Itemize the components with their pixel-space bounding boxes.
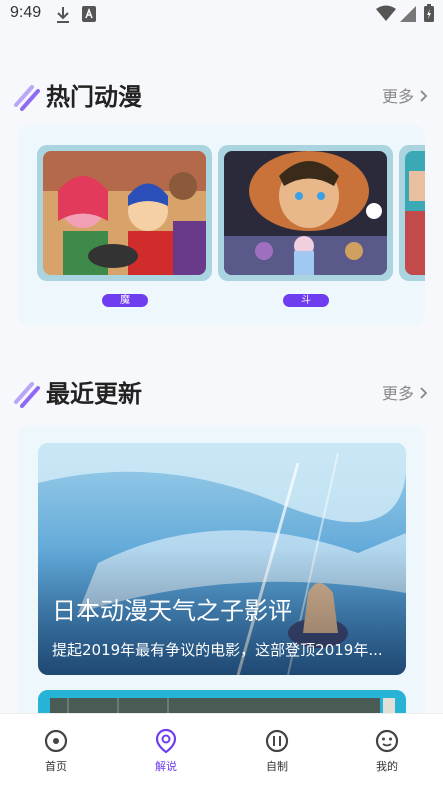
hot-anime-card[interactable] — [218, 145, 393, 281]
anime-poster-image — [224, 151, 387, 275]
tab-label: 首页 — [45, 760, 67, 773]
battery-icon — [424, 4, 434, 26]
recent-updates-list: 日本动漫天气之子影评 提起2019年最有争议的电影，这部登顶2019年... — [18, 425, 425, 725]
bottom-tab-bar: 首页 解说 自制 我的 — [0, 713, 443, 790]
tab-commentary[interactable]: 解说 — [136, 728, 196, 774]
hot-section-title: 热门动漫 — [46, 83, 142, 111]
more-label: 更多 — [381, 384, 414, 403]
article-description: 提起2019年最有争议的电影，这部登顶2019年... — [52, 641, 383, 659]
hot-anime-card-partial[interactable] — [399, 145, 425, 281]
hot-anime-carousel[interactable]: 魔 斗 — [18, 125, 425, 325]
sliders-icon — [264, 728, 290, 754]
hot-card-tag: 斗 — [283, 294, 329, 307]
tab-label: 我的 — [376, 760, 398, 773]
smile-icon — [374, 728, 400, 754]
section-accent-icon — [12, 378, 42, 408]
hot-card-tag: 魔 — [102, 294, 148, 307]
wifi-icon — [376, 5, 396, 25]
recent-more-link[interactable]: 更多 — [382, 380, 428, 404]
tab-label: 解说 — [155, 760, 177, 773]
tab-mine[interactable]: 我的 — [357, 728, 417, 774]
tab-label: 自制 — [266, 760, 288, 773]
chevron-right-icon — [420, 87, 428, 106]
section-accent-icon — [12, 81, 42, 111]
recent-section-title: 最近更新 — [46, 380, 142, 408]
disc-icon — [43, 728, 69, 754]
location-icon — [153, 728, 179, 754]
download-icon — [56, 6, 70, 28]
more-label: 更多 — [381, 87, 414, 106]
hot-more-link[interactable]: 更多 — [382, 83, 428, 107]
recent-section-header: 最近更新 更多 — [12, 372, 432, 412]
status-bar: 9:49 — [0, 0, 443, 30]
tab-home[interactable]: 首页 — [26, 728, 86, 774]
font-icon — [82, 6, 96, 26]
article-card[interactable]: 日本动漫天气之子影评 提起2019年最有争议的电影，这部登顶2019年... — [38, 443, 406, 675]
signal-icon — [400, 6, 416, 26]
hot-section-header: 热门动漫 更多 — [12, 75, 432, 115]
chevron-right-icon — [420, 384, 428, 403]
anime-poster-image — [43, 151, 206, 275]
tab-self-made[interactable]: 自制 — [247, 728, 307, 774]
hot-anime-card[interactable] — [37, 145, 212, 281]
article-title: 日本动漫天气之子影评 — [52, 597, 292, 625]
status-time: 9:49 — [10, 4, 42, 21]
anime-poster-image — [405, 151, 425, 275]
